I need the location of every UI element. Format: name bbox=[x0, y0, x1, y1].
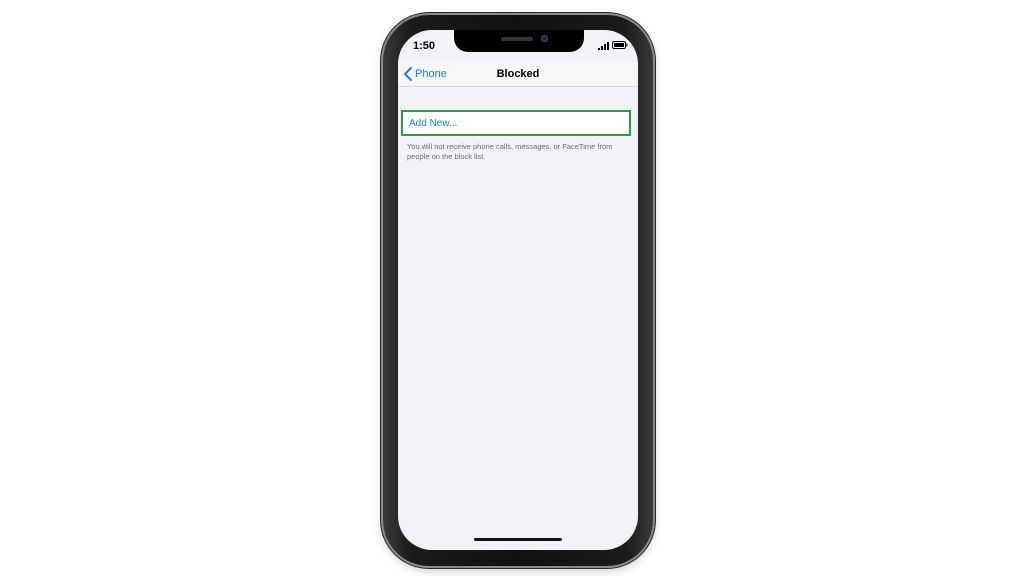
battery-icon bbox=[612, 41, 628, 49]
front-camera bbox=[541, 35, 548, 42]
phone-screen: 1:50 Phone Blocked Add New... You will n… bbox=[398, 30, 638, 550]
notch bbox=[454, 30, 584, 52]
add-new-button[interactable]: Add New... bbox=[401, 110, 631, 136]
status-time: 1:50 bbox=[413, 40, 436, 52]
speaker-grille bbox=[501, 37, 533, 41]
status-bar: 1:50 bbox=[398, 30, 638, 60]
block-list-footer-note: You will not receive phone calls, messag… bbox=[407, 142, 613, 161]
add-new-label: Add New... bbox=[409, 117, 458, 129]
stage: 1:50 Phone Blocked Add New... You will n… bbox=[0, 0, 1024, 576]
home-indicator[interactable] bbox=[474, 538, 562, 541]
page-title: Blocked bbox=[496, 68, 540, 80]
navigation-bar: Phone Blocked bbox=[398, 62, 638, 87]
cellular-signal-icon bbox=[598, 42, 609, 50]
